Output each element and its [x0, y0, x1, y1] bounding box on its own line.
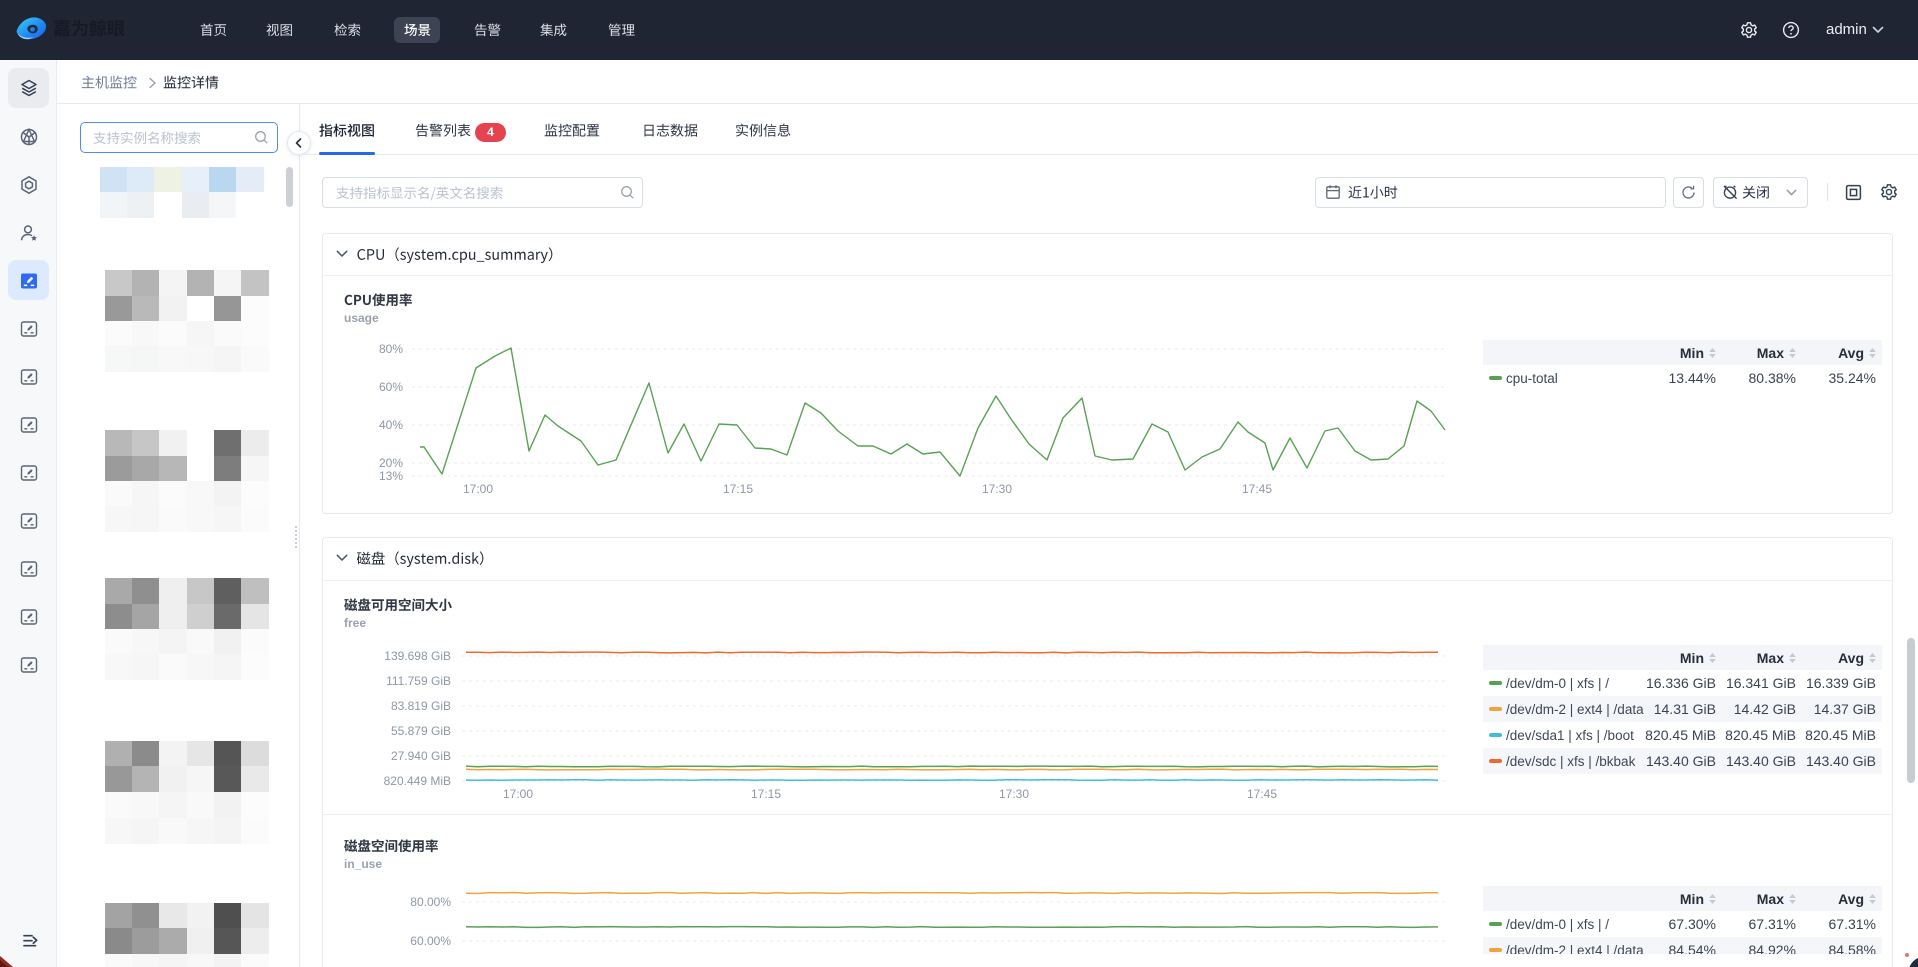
svg-text:60.00%: 60.00% [410, 934, 451, 948]
svg-text:80.00%: 80.00% [410, 895, 451, 909]
